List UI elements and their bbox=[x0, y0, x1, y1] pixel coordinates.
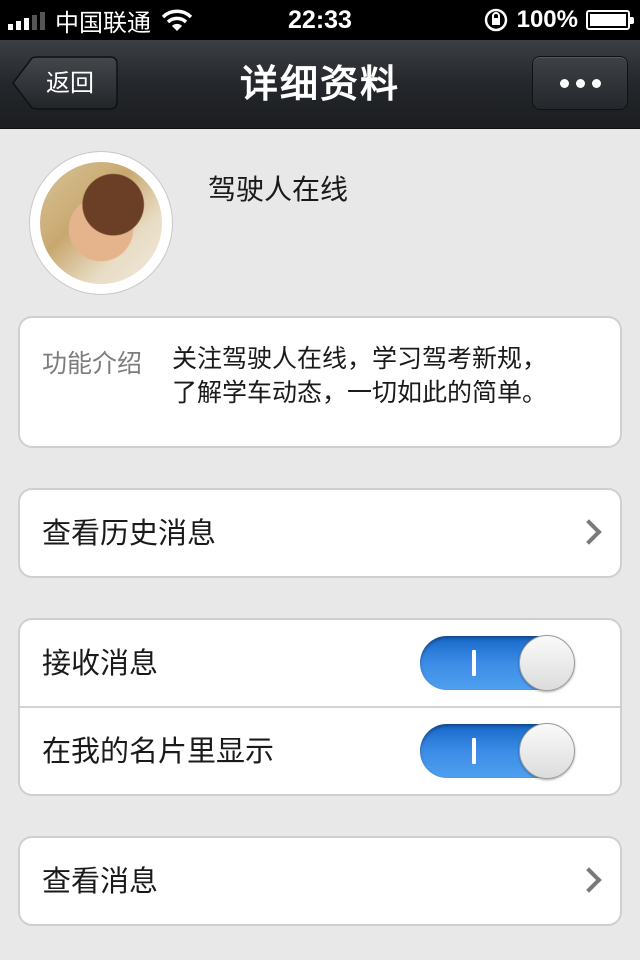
chevron-right-icon bbox=[576, 867, 602, 893]
profile-name: 驾驶人在线 bbox=[208, 173, 349, 206]
more-dot-icon bbox=[591, 78, 601, 88]
receive-messages-toggle[interactable] bbox=[420, 635, 575, 691]
settings-card: 接收消息 在我的名片里显示 bbox=[18, 618, 622, 796]
receive-messages-label: 接收消息 bbox=[42, 646, 159, 680]
view-messages-card[interactable]: 查看消息 bbox=[18, 836, 622, 926]
view-messages-label: 查看消息 bbox=[42, 864, 159, 898]
intro-text-line: 了解学车动态，一切如此的简单。 bbox=[172, 378, 548, 407]
status-right: 100% bbox=[483, 0, 634, 40]
show-in-card-row: 在我的名片里显示 bbox=[20, 708, 620, 794]
toggle-knob bbox=[519, 723, 575, 779]
show-in-card-label: 在我的名片里显示 bbox=[42, 734, 275, 768]
intro-label: 功能介绍 bbox=[42, 349, 143, 378]
history-label: 查看历史消息 bbox=[42, 516, 217, 550]
nav-bar: 返回 详细资料 bbox=[0, 40, 640, 129]
intro-card: 功能介绍 关注驾驶人在线，学习驾考新规， 了解学车动态，一切如此的简单。 bbox=[18, 316, 622, 448]
more-dot-icon bbox=[575, 78, 585, 88]
status-bar: 中国联通 22:33 100% bbox=[0, 0, 640, 40]
toggle-on-mark bbox=[472, 650, 476, 676]
receive-messages-row: 接收消息 bbox=[20, 620, 620, 706]
avatar[interactable] bbox=[30, 152, 172, 294]
more-dot-icon bbox=[559, 78, 569, 88]
toggle-knob bbox=[519, 635, 575, 691]
intro-text-line: 关注驾驶人在线，学习驾考新规， bbox=[172, 344, 548, 373]
battery-icon bbox=[586, 10, 634, 30]
more-button[interactable] bbox=[532, 56, 628, 110]
chevron-right-icon bbox=[576, 519, 602, 545]
rotation-lock-icon bbox=[484, 8, 507, 32]
history-row[interactable]: 查看历史消息 bbox=[20, 490, 620, 576]
toggle-on-mark bbox=[472, 738, 476, 764]
battery-percent: 100% bbox=[516, 6, 578, 33]
view-messages-row[interactable]: 查看消息 bbox=[20, 838, 620, 924]
show-in-card-toggle[interactable] bbox=[420, 723, 575, 779]
intro-text: 关注驾驶人在线，学习驾考新规， 了解学车动态，一切如此的简单。 bbox=[172, 342, 602, 410]
history-card[interactable]: 查看历史消息 bbox=[18, 488, 622, 578]
avatar-image bbox=[40, 162, 162, 284]
